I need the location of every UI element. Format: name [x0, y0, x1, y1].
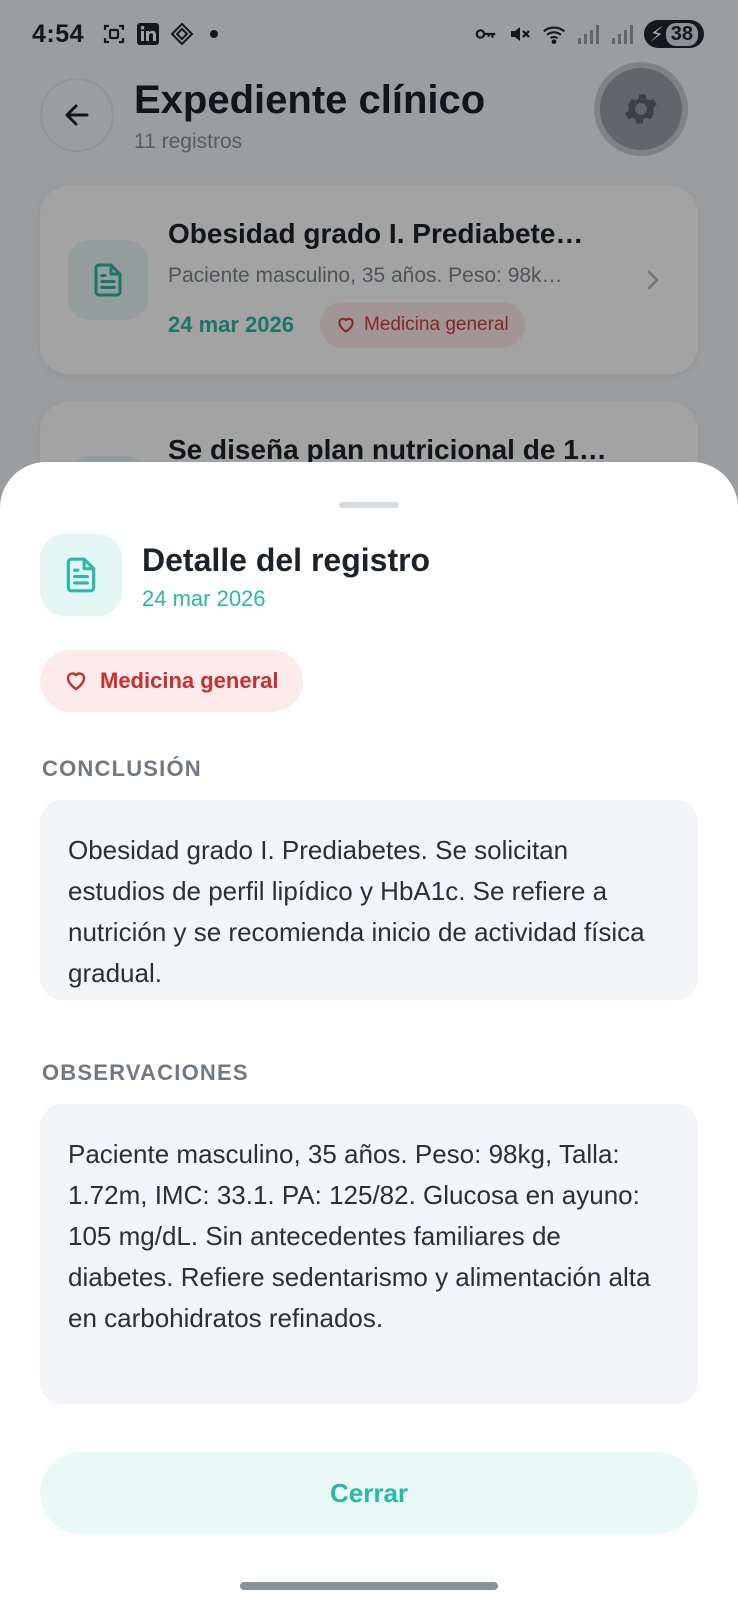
- specialty-badge-label: Medicina general: [100, 668, 279, 693]
- sheet-title: Detalle del registro: [142, 542, 431, 578]
- observations-label: OBSERVACIONES: [42, 1060, 249, 1085]
- conclusion-label: CONCLUSIÓN: [42, 756, 202, 781]
- close-button[interactable]: Cerrar: [40, 1452, 698, 1534]
- specialty-badge: Medicina general: [40, 650, 303, 712]
- document-icon: [40, 534, 122, 616]
- record-date: 24 mar 2026: [142, 586, 266, 611]
- observations-text: Paciente masculino, 35 años. Peso: 98kg,…: [40, 1104, 698, 1404]
- record-detail-sheet: Detalle del registro 24 mar 2026 Medicin…: [0, 462, 738, 1600]
- conclusion-text: Obesidad grado I. Prediabetes. Se solici…: [40, 800, 698, 1000]
- sheet-drag-handle[interactable]: [339, 502, 399, 508]
- system-gesture-bar[interactable]: [240, 1582, 498, 1590]
- heart-icon: [66, 672, 86, 691]
